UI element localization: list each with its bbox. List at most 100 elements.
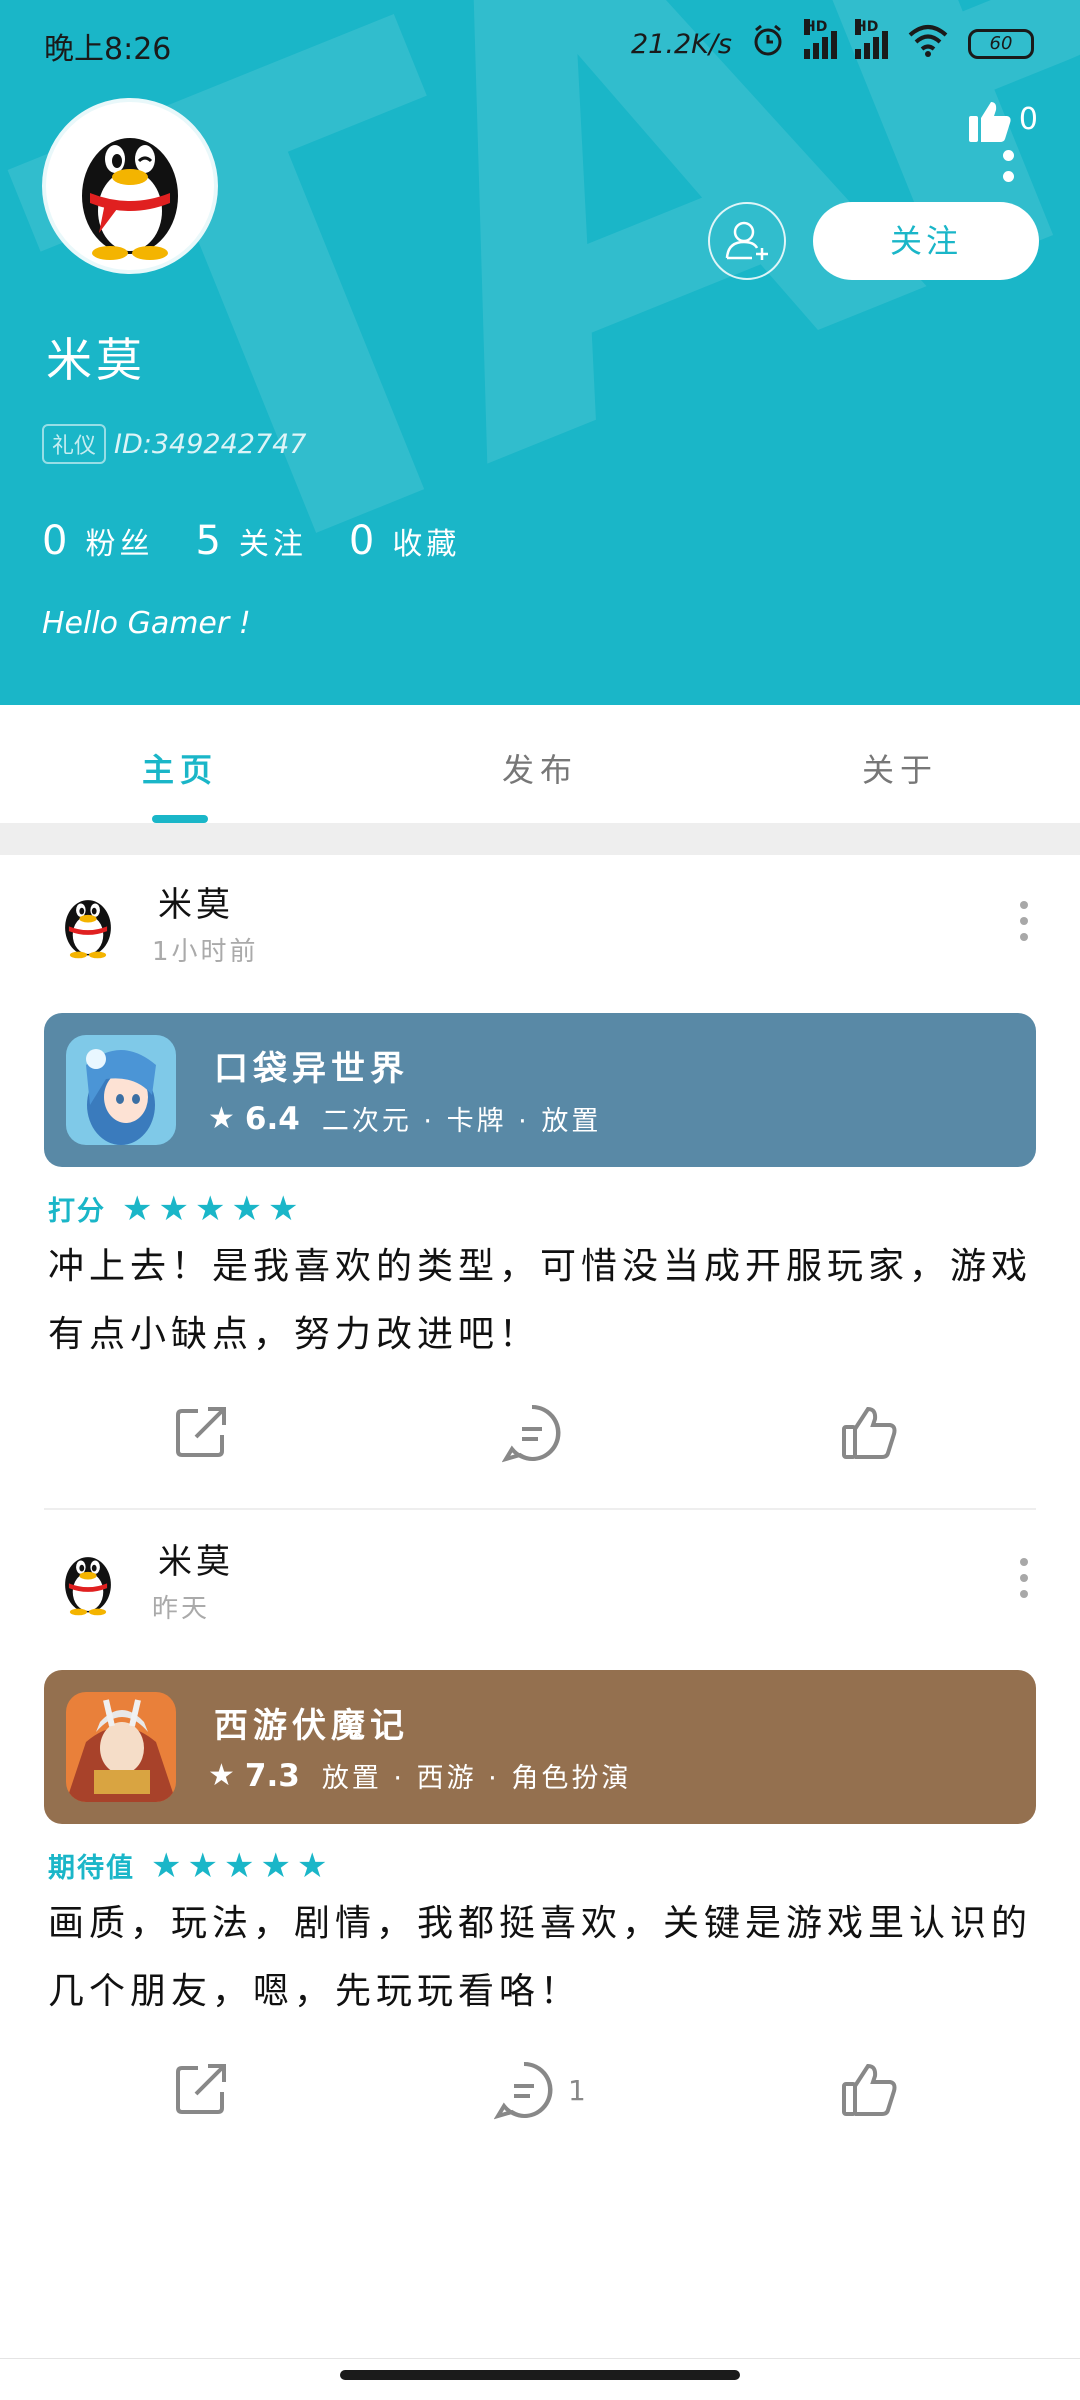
game-tags: 放置 · 西游 · 角色扮演: [321, 1763, 632, 1794]
comment-icon: [494, 2061, 553, 2120]
post-actions: [0, 1403, 1080, 1483]
stat-fans-value: 0: [42, 518, 68, 564]
badge-row: 礼仪 ID:349242747: [42, 424, 306, 464]
star-icon: ★: [296, 1845, 328, 1886]
qq-penguin-icon: [82, 138, 178, 260]
star-icon: ★: [260, 1845, 291, 1886]
thumbs-up-icon: [842, 1406, 897, 1459]
comment-button[interactable]: [502, 1403, 576, 1463]
user-id: ID:349242747: [114, 428, 307, 460]
star-icon: ★: [223, 1845, 255, 1886]
rating-row: 打分 ★ ★ ★ ★ ★: [48, 1189, 298, 1228]
post-actions: 1: [0, 2060, 1080, 2140]
post-header: 米莫 1小时前: [0, 855, 1080, 967]
post-time: 昨天: [152, 1594, 211, 1624]
comment-icon: [502, 1404, 561, 1463]
profile-like-button[interactable]: 0: [967, 98, 1038, 144]
like-button[interactable]: [840, 1403, 898, 1461]
signal-icon: HD: [804, 19, 837, 59]
signal-icon: HD: [855, 19, 888, 59]
post-time: 1小时前: [152, 937, 259, 967]
stat-following[interactable]: 5 关注: [195, 518, 306, 564]
post-avatar[interactable]: [48, 883, 128, 963]
profile-name: 米莫: [46, 333, 146, 387]
game-name: 口袋异世界: [214, 1049, 409, 1089]
profile-bio: Hello Gamer !: [42, 606, 251, 641]
rating-label: 期待值: [48, 1853, 135, 1884]
star-icon: ★: [231, 1188, 262, 1229]
game-card[interactable]: 口袋异世界 ★ 6.4 二次元 · 卡牌 · 放置: [44, 1013, 1036, 1167]
stat-favorites[interactable]: 0 收藏: [349, 518, 460, 564]
game-icon: [66, 1035, 176, 1145]
rating-label: 打分: [48, 1196, 106, 1227]
thumbs-up-icon: [968, 102, 1011, 142]
add-friend-icon: [725, 221, 768, 260]
game-card[interactable]: 西游伏魔记 ★ 7.3 放置 · 西游 · 角色扮演: [44, 1670, 1036, 1824]
more-vertical-icon[interactable]: [1020, 1558, 1028, 1598]
post-username[interactable]: 米莫: [158, 877, 234, 926]
game-score: 7.3: [244, 1757, 300, 1794]
star-icon: ★: [158, 1188, 189, 1229]
section-divider: [0, 823, 1080, 855]
stat-favorites-label: 收藏: [392, 527, 461, 562]
post-header: 米莫 昨天: [0, 1512, 1080, 1624]
more-vertical-icon[interactable]: [1020, 901, 1028, 941]
star-icon: ★: [208, 1758, 235, 1793]
game-score: 6.4: [244, 1100, 300, 1137]
post-text: 画质，玩法，剧情，我都挺喜欢，关键是游戏里认识的几个朋友，嗯，先玩玩看咯！: [48, 1903, 1033, 2012]
home-indicator[interactable]: [340, 2370, 740, 2380]
comment-count: 1: [568, 2073, 586, 2107]
stat-following-label: 关注: [238, 527, 307, 562]
status-time: 晚上8:26: [44, 32, 172, 67]
status-bar: 晚上8:26 21.2K/s HD HD 60: [0, 0, 1080, 90]
thumbs-up-icon: [842, 2063, 897, 2116]
share-button[interactable]: [172, 2060, 230, 2118]
profile-stats: 0 粉丝 5 关注 0 收藏: [42, 518, 460, 564]
avatar[interactable]: [42, 98, 218, 274]
game-tags: 二次元 · 卡牌 · 放置: [321, 1106, 602, 1137]
stat-favorites-value: 0: [348, 518, 375, 564]
battery-icon: 60: [968, 29, 1034, 59]
tab-home[interactable]: 主页: [0, 705, 360, 823]
wifi-icon: [906, 23, 950, 65]
post-username[interactable]: 米莫: [158, 1534, 234, 1583]
stat-fans-label: 粉丝: [85, 527, 154, 562]
comment-button[interactable]: 1: [494, 2060, 586, 2120]
star-icon: ★: [151, 1845, 182, 1886]
star-icon: ★: [187, 1845, 218, 1886]
stat-following-value: 5: [195, 518, 221, 564]
user-badge[interactable]: 礼仪: [42, 424, 107, 464]
rating-row: 期待值 ★ ★ ★ ★ ★: [48, 1846, 327, 1885]
profile-tabs: 主页 发布 关于: [0, 705, 1080, 823]
follow-button[interactable]: 关注: [813, 202, 1039, 280]
nav-divider: [0, 2358, 1080, 2359]
share-icon: [176, 2064, 226, 2114]
profile-header: TAP 晚上8:26 21.2K/s HD HD 60 0 关注 米莫 礼仪 I…: [0, 0, 1080, 705]
post-avatar[interactable]: [48, 1540, 128, 1620]
post-text: 冲上去！是我喜欢的类型，可惜没当成开服玩家，游戏有点小缺点，努力改进吧！: [48, 1246, 1033, 1355]
post-card: 米莫 1小时前 口袋异世界 ★ 6.4 二次元 · 卡牌 · 放置 打分 ★ ★…: [0, 855, 1080, 1510]
star-icon: ★: [208, 1101, 235, 1136]
status-icons: 21.2K/s HD HD 60: [631, 19, 1034, 66]
game-meta: ★ 6.4 二次元 · 卡牌 · 放置: [208, 1099, 601, 1138]
qq-penguin-icon: [65, 900, 111, 959]
more-vertical-icon[interactable]: [1003, 150, 1014, 182]
star-icon: ★: [122, 1188, 153, 1229]
alarm-icon: [750, 22, 786, 66]
star-icon: ★: [194, 1188, 226, 1229]
share-icon: [176, 1407, 226, 1457]
net-speed: 21.2K/s: [631, 28, 732, 60]
tab-about[interactable]: 关于: [720, 705, 1080, 823]
share-button[interactable]: [172, 1403, 230, 1461]
profile-like-count: 0: [1018, 102, 1038, 137]
game-meta: ★ 7.3 放置 · 西游 · 角色扮演: [208, 1756, 631, 1795]
stat-fans[interactable]: 0 粉丝: [42, 518, 153, 564]
like-button[interactable]: [840, 2060, 898, 2118]
qq-penguin-icon: [65, 1557, 111, 1616]
game-name: 西游伏魔记: [214, 1706, 409, 1746]
game-icon: [66, 1692, 176, 1802]
post-divider: [44, 1508, 1036, 1510]
add-friend-button[interactable]: [708, 202, 786, 280]
header-watermark: TAP: [0, 0, 1080, 705]
tab-posts[interactable]: 发布: [360, 705, 720, 823]
